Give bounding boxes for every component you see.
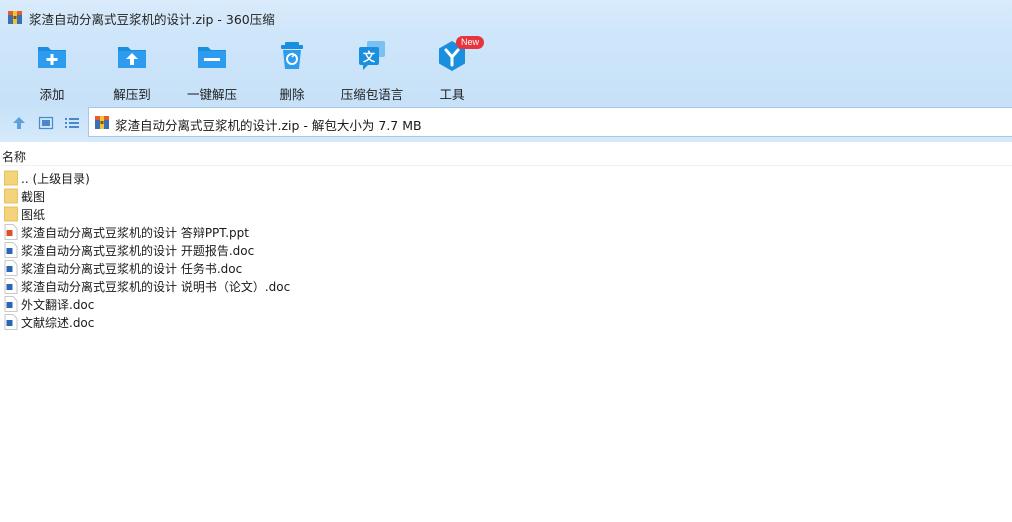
file-name: 图纸 — [21, 208, 46, 222]
list-item-parent-directory[interactable]: .. (上级目录) — [0, 169, 1012, 187]
doc-file-icon — [4, 314, 18, 330]
file-name: 浆渣自动分离式豆浆机的设计 说明书（论文）.doc — [21, 280, 291, 294]
list-item[interactable]: 截图 — [0, 187, 1012, 205]
file-list-header: 名称 — [0, 144, 1012, 166]
language-icon: 文 — [359, 41, 385, 70]
title-bar: 浆渣自动分离式豆浆机的设计.zip - 360压缩 — [0, 0, 1012, 34]
file-name: 浆渣自动分离式豆浆机的设计 任务书.doc — [21, 262, 243, 276]
file-list: .. (上级目录) 截图 图纸 浆渣自动分离式豆浆机的设计 答辩PPT.ppt … — [0, 169, 1012, 331]
svg-text:文: 文 — [363, 49, 376, 64]
archive-language-button[interactable]: 文 压缩包语言 — [332, 40, 412, 102]
one-click-extract-button[interactable]: 一键解压 — [172, 40, 252, 102]
ppt-file-icon — [4, 224, 18, 240]
add-button[interactable]: 添加 — [12, 40, 92, 102]
file-name: 文献综述.doc — [21, 316, 95, 330]
extract-to-icon — [118, 47, 146, 68]
tools-label: 工具 — [439, 87, 465, 102]
delete-button[interactable]: 删除 — [252, 40, 332, 102]
add-label: 添加 — [39, 87, 65, 102]
main-toolbar: 添加 解压到 一键解压 删除 文 压缩包语言 New 工具 — [0, 34, 1012, 104]
one-click-extract-label: 一键解压 — [186, 87, 237, 102]
file-name: 浆渣自动分离式豆浆机的设计 开题报告.doc — [21, 244, 255, 258]
trash-icon — [281, 42, 303, 69]
address-field[interactable]: 浆渣自动分离式豆浆机的设计.zip - 解包大小为 7.7 MB — [88, 107, 1012, 137]
extract-to-label: 解压到 — [113, 87, 151, 102]
archive-path: 浆渣自动分离式豆浆机的设计.zip - 解包大小为 7.7 MB — [115, 118, 422, 133]
zip-archive-icon — [95, 116, 109, 129]
file-name: 外文翻译.doc — [21, 298, 95, 312]
zip-archive-icon — [8, 11, 22, 24]
list-item[interactable]: 图纸 — [0, 205, 1012, 223]
list-item[interactable]: 浆渣自动分离式豆浆机的设计 任务书.doc — [0, 259, 1012, 277]
archive-language-label: 压缩包语言 — [340, 87, 404, 102]
folder-icon — [4, 170, 18, 186]
thumbnail-view-icon[interactable] — [38, 115, 54, 131]
one-click-extract-icon — [198, 47, 226, 68]
delete-label: 删除 — [279, 87, 305, 102]
folder-icon — [4, 188, 18, 204]
doc-file-icon — [4, 242, 18, 258]
list-item[interactable]: 文献综述.doc — [0, 313, 1012, 331]
list-item[interactable]: 外文翻译.doc — [0, 295, 1012, 313]
list-item[interactable]: 浆渣自动分离式豆浆机的设计 答辩PPT.ppt — [0, 223, 1012, 241]
folder-icon — [4, 206, 18, 222]
doc-file-icon — [4, 296, 18, 312]
up-arrow-icon[interactable] — [11, 115, 27, 131]
tools-button[interactable]: New 工具 — [412, 36, 492, 102]
file-name: 截图 — [21, 190, 46, 204]
add-folder-icon — [38, 47, 66, 68]
address-bar: 浆渣自动分离式豆浆机的设计.zip - 解包大小为 7.7 MB — [0, 104, 1012, 142]
file-name: .. (上级目录) — [21, 172, 90, 186]
list-item[interactable]: 浆渣自动分离式豆浆机的设计 说明书（论文）.doc — [0, 277, 1012, 295]
list-item[interactable]: 浆渣自动分离式豆浆机的设计 开题报告.doc — [0, 241, 1012, 259]
new-badge: New — [456, 36, 485, 49]
file-name: 浆渣自动分离式豆浆机的设计 答辩PPT.ppt — [21, 226, 249, 240]
window-title: 浆渣自动分离式豆浆机的设计.zip - 360压缩 — [29, 12, 275, 27]
name-column-header[interactable]: 名称 — [2, 148, 26, 165]
doc-file-icon — [4, 278, 18, 294]
doc-file-icon — [4, 260, 18, 276]
extract-to-button[interactable]: 解压到 — [92, 40, 172, 102]
list-view-icon[interactable] — [64, 115, 80, 131]
